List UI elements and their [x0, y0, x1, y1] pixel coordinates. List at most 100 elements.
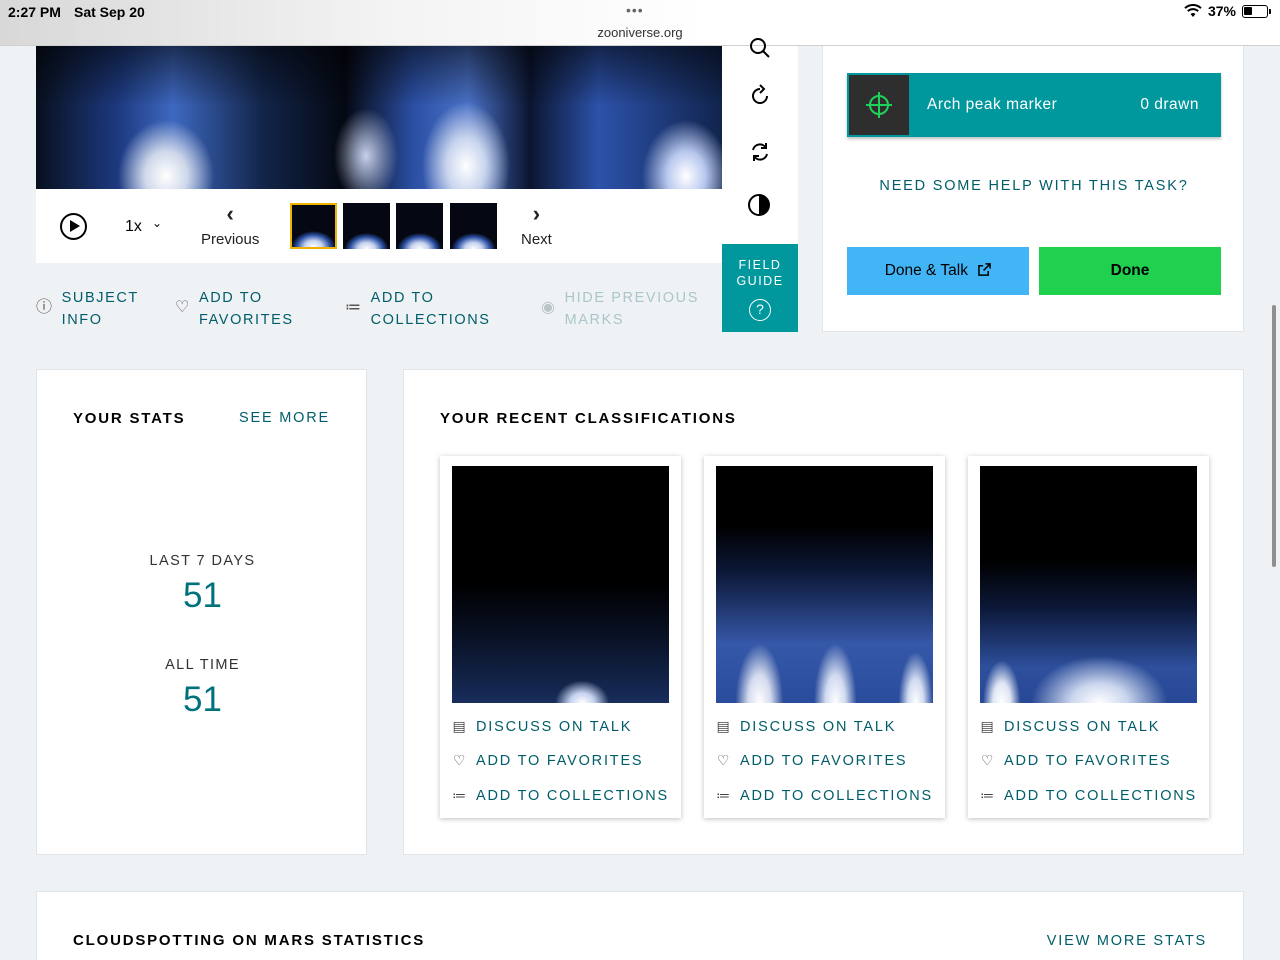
project-statistics-card: CLOUDSPOTTING ON MARS STATISTICS VIEW MO…: [36, 891, 1244, 960]
multitask-dots-icon[interactable]: •••: [626, 2, 644, 18]
add-to-favorites-link[interactable]: ♡ ADD TO FAVORITES: [980, 752, 1171, 769]
collections-label: ADD TO COLLECTIONS: [476, 787, 670, 804]
info-icon: ⓘ: [36, 299, 54, 316]
battery-icon: [1242, 4, 1271, 18]
subject-image[interactable]: [36, 46, 722, 189]
recent-subject-image[interactable]: [452, 466, 669, 703]
all-time-value: 51: [183, 680, 222, 719]
battery-percent: 37%: [1207, 3, 1236, 19]
heart-icon: ♡: [980, 752, 996, 768]
previous-label: Previous: [201, 231, 260, 248]
address-bar[interactable]: zooniverse.org: [0, 25, 1280, 40]
list-icon: ≔: [980, 787, 996, 803]
recent-classification-1: ▤ DISCUSS ON TALK ♡ ADD TO FAVORITES ≔ A…: [440, 456, 681, 818]
add-to-favorites-link[interactable]: ♡ ADD TO FAVORITES: [452, 752, 643, 769]
status-bar: 2:27 PM Sat Sep 20 ••• zooniverse.org 37…: [0, 0, 1280, 46]
see-more-link[interactable]: SEE MORE: [239, 410, 330, 426]
add-to-collections-link[interactable]: ≔ ADD TO COLLECTIONS: [980, 787, 1197, 804]
add-collections-label: ADD TO COLLECTIONS: [370, 290, 491, 328]
frame-controls: 1x ⌄ ‹ Previous › Next: [36, 189, 722, 263]
add-to-collections-link[interactable]: ≔ ADD TO COLLECTIONS: [345, 287, 501, 331]
add-favorites-label: ADD TO FAVORITES: [198, 290, 294, 328]
recent-classifications-card: YOUR RECENT CLASSIFICATIONS ▤ DISCUSS ON…: [403, 369, 1244, 855]
external-link-icon: [978, 263, 992, 276]
rotate-icon[interactable]: [748, 84, 772, 108]
done-talk-label: Done & Talk: [884, 262, 968, 279]
recent-classification-2: ▤ DISCUSS ON TALK ♡ ADD TO FAVORITES ≔ A…: [704, 456, 945, 818]
favorites-label: ADD TO FAVORITES: [476, 752, 644, 769]
question-icon: ?: [749, 299, 771, 321]
discuss-on-talk-link[interactable]: ▤ DISCUSS ON TALK: [980, 718, 1160, 735]
add-to-favorites-link[interactable]: ♡ ADD TO FAVORITES: [175, 287, 309, 331]
eye-icon: ◉: [541, 299, 557, 316]
status-time: 2:27 PM: [8, 4, 61, 20]
add-to-collections-link[interactable]: ≔ ADD TO COLLECTIONS: [716, 787, 933, 804]
tool-marker-swatch: [849, 75, 909, 135]
done-and-talk-button[interactable]: Done & Talk: [847, 247, 1029, 295]
task-panel: Arch peak marker 0 drawn NEED SOME HELP …: [822, 46, 1244, 332]
frame-thumbnail-4[interactable]: [450, 203, 497, 249]
zoom-icon[interactable]: [748, 36, 772, 60]
task-help-link[interactable]: NEED SOME HELP WITH THIS TASK?: [823, 178, 1245, 194]
page-scrollbar[interactable]: [1272, 305, 1276, 567]
next-label: Next: [521, 231, 552, 248]
chevron-left-icon: ‹: [226, 201, 234, 226]
last-7-days-value: 51: [183, 576, 222, 615]
frame-thumbnail-2[interactable]: [343, 203, 390, 249]
discuss-on-talk-link[interactable]: ▤ DISCUSS ON TALK: [452, 718, 632, 735]
done-button[interactable]: Done: [1039, 247, 1221, 295]
favorites-label: ADD TO FAVORITES: [1004, 752, 1172, 769]
collections-label: ADD TO COLLECTIONS: [1004, 787, 1198, 804]
heart-icon: ♡: [175, 299, 191, 316]
image-toolbar: [722, 38, 798, 244]
hide-marks-label: HIDE PREVIOUS MARKS: [564, 290, 699, 328]
drawing-tool-arch-peak[interactable]: Arch peak marker 0 drawn: [847, 73, 1221, 137]
frame-thumbnail-1[interactable]: [290, 203, 337, 249]
project-statistics-title: CLOUDSPOTTING ON MARS STATISTICS: [73, 932, 426, 949]
heart-icon: ♡: [452, 752, 468, 768]
discuss-label: DISCUSS ON TALK: [1004, 718, 1161, 735]
last-7-days-label: LAST 7 DAYS: [149, 553, 256, 569]
view-more-stats-link[interactable]: VIEW MORE STATS: [1047, 933, 1207, 949]
tool-count: 0 drawn: [1140, 96, 1199, 113]
add-to-collections-link[interactable]: ≔ ADD TO COLLECTIONS: [452, 787, 669, 804]
status-date: Sat Sep 20: [74, 4, 145, 20]
discuss-on-talk-link[interactable]: ▤ DISCUSS ON TALK: [716, 718, 896, 735]
subject-info-link[interactable]: ⓘ SUBJECT INFO: [36, 287, 152, 331]
comment-icon: ▤: [980, 718, 996, 734]
hide-previous-marks-link[interactable]: ◉ HIDE PREVIOUS MARKS: [541, 287, 705, 331]
favorites-label: ADD TO FAVORITES: [740, 752, 908, 769]
recent-subject-image[interactable]: [980, 466, 1197, 703]
previous-button[interactable]: ‹ Previous: [201, 201, 260, 249]
comment-icon: ▤: [452, 718, 468, 734]
list-icon: ≔: [452, 787, 468, 803]
list-icon: ≔: [716, 787, 732, 803]
recent-classifications-title: YOUR RECENT CLASSIFICATIONS: [440, 410, 737, 427]
list-icon: ≔: [345, 299, 363, 316]
next-button[interactable]: › Next: [521, 203, 552, 249]
play-icon[interactable]: [60, 213, 87, 240]
invert-colors-icon[interactable]: [748, 194, 770, 216]
discuss-label: DISCUSS ON TALK: [740, 718, 897, 735]
recent-subject-image[interactable]: [716, 466, 933, 703]
your-stats-card: YOUR STATS SEE MORE LAST 7 DAYS 51 ALL T…: [36, 369, 367, 855]
crosshair-icon: [866, 92, 892, 118]
chevron-down-icon[interactable]: ⌄: [152, 216, 162, 230]
frame-thumbnail-3[interactable]: [396, 203, 443, 249]
collections-label: ADD TO COLLECTIONS: [740, 787, 934, 804]
heart-icon: ♡: [716, 752, 732, 768]
comment-icon: ▤: [716, 718, 732, 734]
reset-view-icon[interactable]: [748, 140, 772, 164]
status-right: 37%: [1184, 3, 1271, 19]
all-time-label: ALL TIME: [165, 657, 240, 673]
subject-info-label: SUBJECT INFO: [61, 290, 139, 328]
discuss-label: DISCUSS ON TALK: [476, 718, 633, 735]
recent-classification-3: ▤ DISCUSS ON TALK ♡ ADD TO FAVORITES ≔ A…: [968, 456, 1209, 818]
add-to-favorites-link[interactable]: ♡ ADD TO FAVORITES: [716, 752, 907, 769]
field-guide-label: FIELD GUIDE: [736, 258, 784, 288]
playback-speed[interactable]: 1x: [125, 218, 142, 236]
your-stats-title: YOUR STATS: [73, 410, 186, 427]
field-guide-button[interactable]: FIELD GUIDE ?: [722, 244, 798, 332]
wifi-icon: [1184, 4, 1202, 17]
tool-name: Arch peak marker: [927, 96, 1058, 113]
